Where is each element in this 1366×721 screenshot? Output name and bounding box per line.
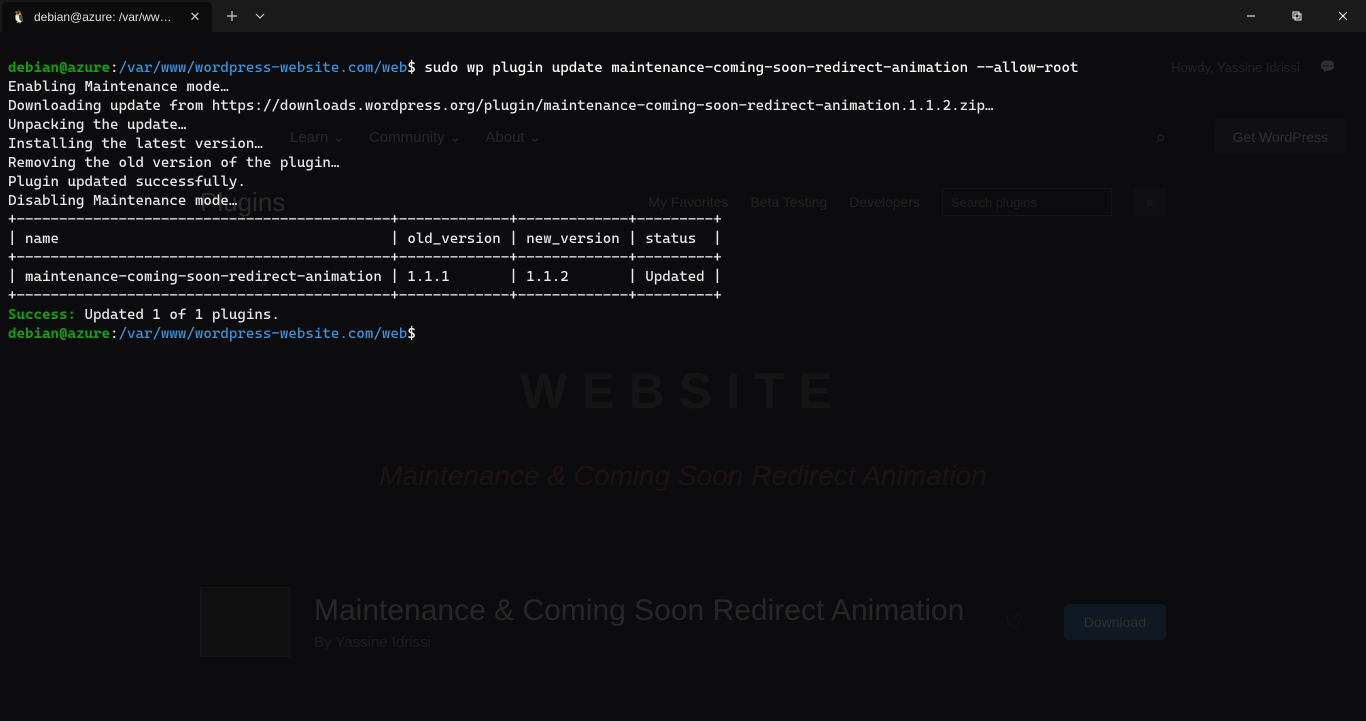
table-header: | name | old_version | new_version | sta…	[8, 231, 722, 247]
bg-plugin-row: Maintenance & Coming Soon Redirect Anima…	[200, 587, 1166, 657]
window-controls	[1228, 0, 1366, 32]
output-line: Removing the old version of the plugin…	[8, 155, 339, 171]
bg-plugin-icon	[200, 587, 290, 657]
prompt-command: sudo wp plugin update maintenance-coming…	[416, 60, 1079, 76]
output-line: Disabling Maintenance mode…	[8, 193, 237, 209]
minimize-button[interactable]	[1228, 0, 1274, 32]
output-line: Plugin updated successfully.	[8, 174, 246, 190]
close-tab-icon[interactable]: ✕	[188, 10, 202, 24]
heart-icon[interactable]: ♡	[1005, 610, 1023, 635]
terminal-tab[interactable]: 🐧 debian@azure: /var/www/wo ✕	[2, 2, 212, 32]
table-border: +---------------------------------------…	[8, 288, 722, 304]
tab-dropdown-button[interactable]	[248, 4, 272, 28]
success-msg: Updated 1 of 1 plugins.	[76, 307, 280, 323]
table-border: +---------------------------------------…	[8, 250, 722, 266]
prompt-path: /var/www/wordpress-website.com/web	[118, 60, 407, 76]
tab-title: debian@azure: /var/www/wo	[34, 10, 180, 24]
prompt2-dollar: $	[407, 326, 416, 342]
table-row: | maintenance-coming-soon-redirect-anima…	[8, 269, 722, 285]
bg-download-button[interactable]: Download	[1064, 604, 1166, 640]
terminal-content[interactable]: debian@azure:/var/www/wordpress-website.…	[0, 32, 1366, 352]
titlebar-actions	[220, 4, 272, 28]
bg-plugin-info: Maintenance & Coming Soon Redirect Anima…	[314, 594, 964, 651]
output-line: Installing the latest version…	[8, 136, 263, 152]
bg-plugin-title: Maintenance & Coming Soon Redirect Anima…	[314, 594, 964, 628]
bg-plugin-author: By Yassine Idrissi	[314, 634, 964, 651]
close-window-button[interactable]	[1320, 0, 1366, 32]
output-line: Unpacking the update…	[8, 117, 186, 133]
window-titlebar: 🐧 debian@azure: /var/www/wo ✕	[0, 0, 1366, 32]
prompt-dollar: $	[407, 60, 416, 76]
output-line: Downloading update from https://download…	[8, 98, 994, 114]
maximize-button[interactable]	[1274, 0, 1320, 32]
new-tab-button[interactable]	[220, 4, 244, 28]
bg-banner-subtitle: Maintenance & Coming Soon Redirect Anima…	[379, 460, 987, 492]
success-label: Success:	[8, 307, 76, 323]
penguin-icon: 🐧	[12, 10, 26, 24]
output-line: Enabling Maintenance mode…	[8, 79, 229, 95]
prompt2-user-host: debian@azure	[8, 326, 110, 342]
table-border: +---------------------------------------…	[8, 212, 722, 228]
prompt2-path: /var/www/wordpress-website.com/web	[118, 326, 407, 342]
bg-banner-title: WEBSITE	[520, 362, 846, 420]
prompt-user-host: debian@azure	[8, 60, 110, 76]
